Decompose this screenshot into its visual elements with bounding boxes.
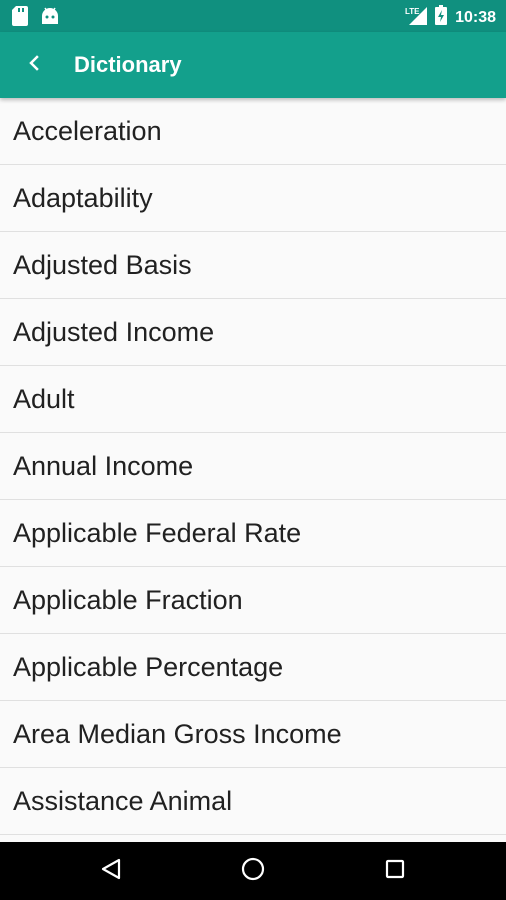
list-item[interactable]: Applicable Fraction — [0, 567, 506, 634]
navigation-bar — [0, 842, 506, 900]
back-button[interactable] — [14, 45, 54, 85]
list-item[interactable]: Applicable Percentage — [0, 634, 506, 701]
list-item[interactable] — [0, 835, 506, 842]
list-item[interactable]: Adaptability — [0, 165, 506, 232]
android-icon — [40, 6, 60, 31]
app-bar: Dictionary — [0, 32, 506, 98]
sd-card-icon — [12, 6, 28, 31]
dictionary-list[interactable]: Acceleration Adaptability Adjusted Basis… — [0, 98, 506, 842]
list-item[interactable]: Acceleration — [0, 98, 506, 165]
home-circle-icon — [240, 856, 266, 887]
svg-text:LTE: LTE — [405, 7, 420, 16]
status-left-icons — [12, 6, 60, 31]
nav-recents-button[interactable] — [380, 856, 410, 886]
status-bar: LTE 10:38 — [0, 0, 506, 32]
nav-back-button[interactable] — [96, 856, 126, 886]
list-item[interactable]: Applicable Federal Rate — [0, 500, 506, 567]
list-item[interactable]: Assistance Animal — [0, 768, 506, 835]
page-title: Dictionary — [74, 52, 182, 77]
back-arrow-icon — [27, 54, 41, 77]
list-item[interactable]: Adjusted Basis — [0, 232, 506, 299]
status-right-icons: LTE 10:38 — [405, 5, 496, 30]
battery-charging-icon — [435, 5, 448, 30]
nav-home-button[interactable] — [238, 856, 268, 886]
list-item[interactable]: Area Median Gross Income — [0, 701, 506, 768]
signal-lte-icon: LTE — [405, 5, 428, 30]
back-triangle-icon — [99, 857, 123, 886]
list-item[interactable]: Adjusted Income — [0, 299, 506, 366]
list-item[interactable]: Adult — [0, 366, 506, 433]
list-item[interactable]: Annual Income — [0, 433, 506, 500]
recents-square-icon — [383, 857, 407, 886]
status-time: 10:38 — [455, 8, 496, 26]
